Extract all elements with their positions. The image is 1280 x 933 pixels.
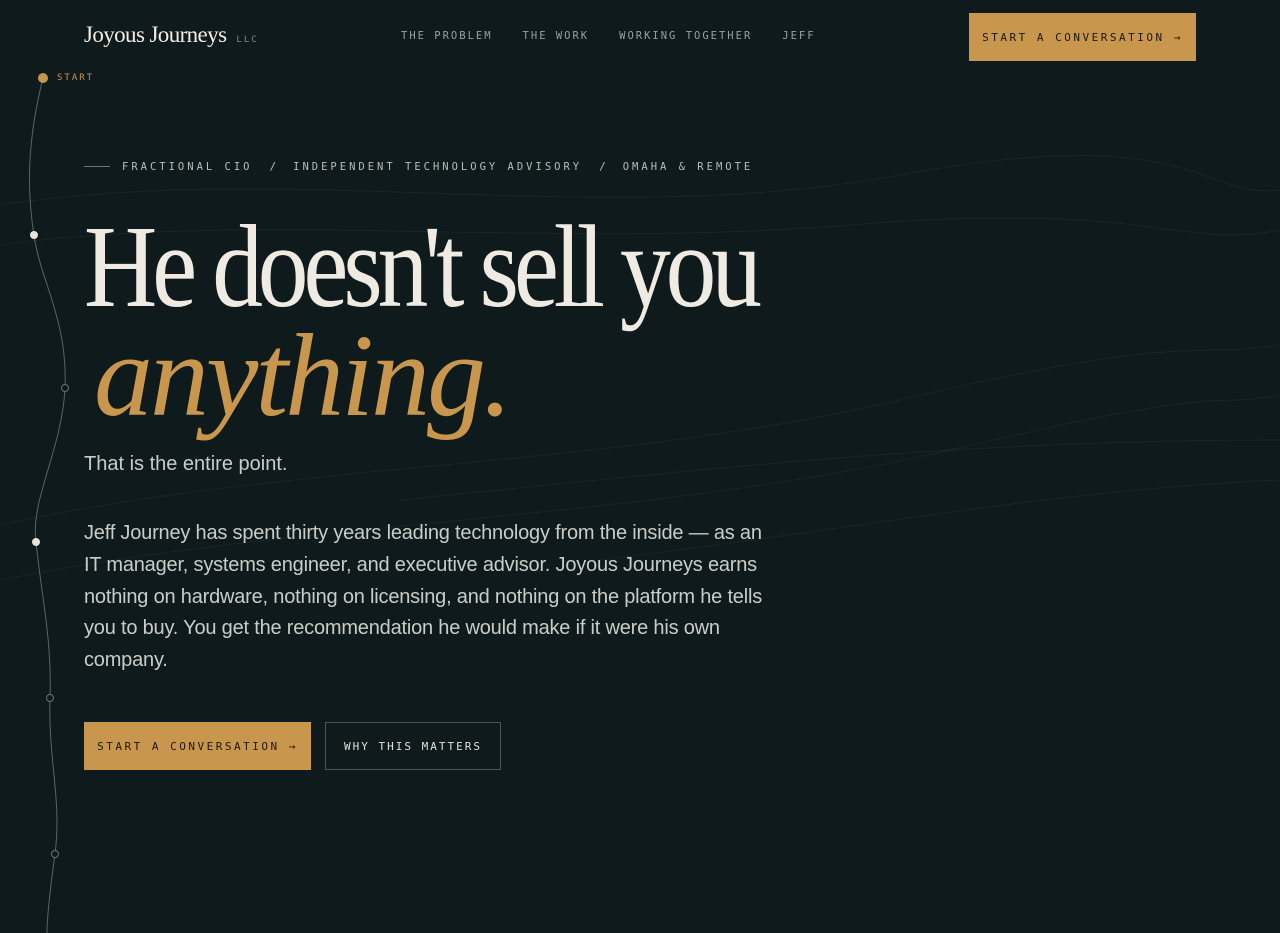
hero-headline: He doesn't sell you anything. bbox=[84, 201, 866, 441]
hero-lead: That is the entire point. bbox=[84, 453, 288, 475]
rail-dot-icon[interactable] bbox=[32, 538, 40, 546]
brand-suffix: LLC bbox=[236, 35, 259, 45]
hero-body-copy: Jeff Journey has spent thirty years lead… bbox=[84, 522, 763, 672]
hero-start-conversation-button[interactable]: START A CONVERSATION → bbox=[84, 722, 311, 770]
eyebrow-item: OMAHA & REMOTE bbox=[622, 160, 754, 173]
why-this-matters-button[interactable]: WHY THIS MATTERS bbox=[325, 722, 501, 770]
header-start-conversation-button[interactable]: START A CONVERSATION → bbox=[969, 13, 1196, 61]
headline-line-1: He doesn't sell you bbox=[84, 201, 762, 332]
eyebrow-item: FRACTIONAL CIO bbox=[122, 160, 253, 173]
headline-line-2-accent: anything. bbox=[94, 310, 512, 441]
rail-dot-icon[interactable] bbox=[46, 694, 54, 702]
rail-dot-icon[interactable] bbox=[30, 231, 38, 239]
rail-dot-icon[interactable] bbox=[61, 384, 69, 392]
rail-dot-icon[interactable] bbox=[51, 850, 59, 858]
nav-link-working-together[interactable]: WORKING TOGETHER bbox=[619, 30, 752, 42]
brand-name: Joyous Journeys bbox=[84, 22, 227, 47]
eyebrow-item: INDEPENDENT TECHNOLOGY ADVISORY bbox=[293, 160, 583, 173]
rail-start-dot-icon[interactable] bbox=[38, 73, 48, 83]
nav-link-jeff[interactable]: JEFF bbox=[782, 30, 815, 42]
nav-link-the-work[interactable]: THE WORK bbox=[523, 30, 590, 42]
eyebrow-separator: / bbox=[269, 160, 277, 173]
eyebrow-separator: / bbox=[599, 160, 606, 173]
nav-link-the-problem[interactable]: THE PROBLEM bbox=[401, 30, 493, 42]
rail-start-label[interactable]: START bbox=[57, 73, 94, 83]
eyebrow-rule bbox=[84, 166, 110, 167]
brand-logo[interactable]: Joyous Journeys LLC bbox=[84, 22, 259, 48]
hero-eyebrow: FRACTIONAL CIO / INDEPENDENT TECHNOLOGY … bbox=[84, 160, 753, 173]
main-nav: THE PROBLEM THE WORK WORKING TOGETHER JE… bbox=[401, 30, 816, 42]
